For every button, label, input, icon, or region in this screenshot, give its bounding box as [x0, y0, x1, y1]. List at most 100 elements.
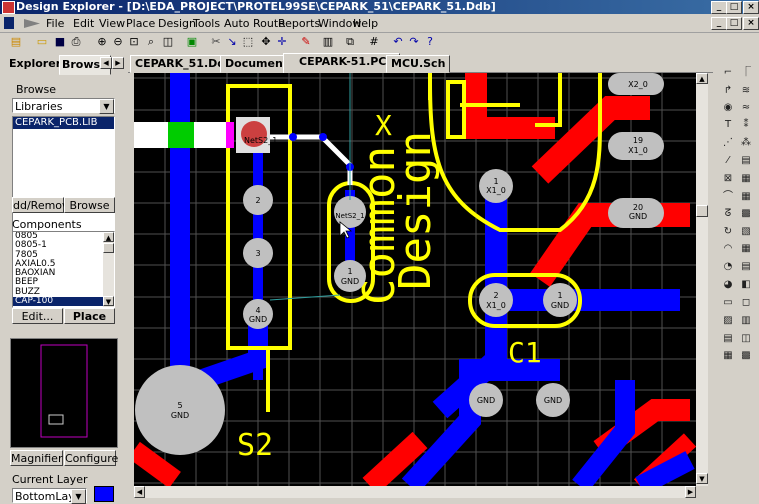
components-scrollbar[interactable]: ▲ ▼ [103, 232, 114, 307]
place-via-icon[interactable]: ≈ [739, 101, 753, 115]
place-split-plane-icon[interactable]: ▩ [739, 207, 753, 221]
place-circle-icon[interactable]: ◠ [721, 242, 735, 256]
place-solid-region-icon[interactable]: ◧ [739, 278, 753, 292]
place-coordinate-icon[interactable]: ⁑ [739, 118, 753, 132]
edit-button[interactable]: Edit... [12, 308, 63, 324]
open-icon[interactable]: ▭ [34, 34, 50, 50]
chevron-down-icon[interactable]: ▼ [71, 489, 86, 504]
menu-reports[interactable]: Reports [278, 17, 320, 30]
menu-tools[interactable]: Tools [193, 17, 220, 30]
list-item-selected[interactable]: CAP-100 [13, 296, 114, 307]
deselect-icon[interactable]: ✥ [258, 34, 274, 50]
cut-icon[interactable]: ✂ [208, 34, 224, 50]
grid-icon[interactable]: # [366, 34, 382, 50]
board-icon[interactable]: ▣ [184, 34, 200, 50]
place-room-2-icon[interactable]: ▥ [739, 314, 753, 328]
scroll-down-icon[interactable]: ▼ [103, 296, 114, 306]
close-button[interactable]: × [743, 1, 759, 14]
minimize-button[interactable]: _ [711, 1, 727, 14]
canvas-horizontal-scrollbar[interactable]: ◀ ▶ [134, 486, 696, 498]
place-room-icon[interactable]: ⁄ [721, 154, 735, 168]
zoom-in-icon[interactable]: ⊕ [94, 34, 110, 50]
menu-place[interactable]: Place [126, 17, 155, 30]
place-cutout-icon[interactable]: ◻ [739, 296, 753, 310]
components-list[interactable]: 0805 0805-1 7805 AXIAL0.5 BAOXIAN BEEP B… [12, 231, 115, 308]
library-icon[interactable]: ▥ [320, 34, 336, 50]
chevron-down-icon[interactable]: ▼ [99, 99, 114, 114]
vertical-scroll-thumb[interactable] [696, 205, 708, 217]
redo-icon[interactable]: ↷ [406, 34, 422, 50]
tab-cepark-pcb[interactable]: CEPARK-51.PCB [283, 53, 400, 74]
scroll-up-icon[interactable]: ▲ [696, 73, 708, 84]
library-item[interactable]: CEPARK_PCB.LIB [13, 117, 114, 129]
scroll-left-icon[interactable]: ◀ [134, 486, 145, 498]
select-icon[interactable]: ⬚ [240, 34, 256, 50]
place-full-circle-icon[interactable]: ◔ [721, 260, 735, 274]
paste-icon[interactable]: ↘ [224, 34, 240, 50]
add-remove-button[interactable]: dd/Remove [12, 197, 75, 213]
tab-explorer[interactable]: Explorer [9, 55, 61, 73]
place-region-2-icon[interactable]: ▩ [739, 349, 753, 363]
place-keepout-2-icon[interactable]: ▨ [721, 314, 735, 328]
place-dimension-icon[interactable]: ⋰ [721, 136, 735, 150]
place-polygon-icon[interactable]: ▦ [739, 190, 753, 204]
align-icon[interactable]: ▦ [739, 242, 753, 256]
multi-route-icon[interactable]: ≋ [739, 84, 753, 98]
place-arc-center-icon[interactable]: ᘔ [721, 207, 735, 221]
maximize-button[interactable]: □ [726, 1, 742, 14]
print-icon[interactable]: ⎙ [68, 34, 84, 50]
pen-icon[interactable]: ✎ [298, 34, 314, 50]
scroll-up-icon[interactable]: ▲ [103, 232, 114, 242]
doc-close-button[interactable]: × [743, 17, 759, 30]
save-icon[interactable]: ■ [52, 34, 68, 50]
menu-edit[interactable]: Edit [73, 17, 94, 30]
component-icon[interactable]: ⧉ [342, 34, 358, 50]
place-arc-any-icon[interactable]: ↻ [721, 225, 735, 239]
move-icon[interactable]: ✛ [274, 34, 290, 50]
place-polygon-2-icon[interactable]: ▦ [721, 349, 735, 363]
scroll-down-icon[interactable]: ▼ [696, 473, 708, 484]
doc-minimize-button[interactable]: _ [711, 17, 727, 30]
place-comp-2-icon[interactable]: ▤ [721, 332, 735, 346]
place-fill-2-icon[interactable]: ◫ [739, 332, 753, 346]
tab-scroll-left-icon[interactable]: ◀ [100, 57, 112, 69]
place-component-icon[interactable]: ▤ [739, 154, 753, 168]
place-origin-icon[interactable]: ⁂ [739, 136, 753, 150]
place-pad-icon[interactable]: ◉ [721, 101, 735, 115]
mini-viewer[interactable] [10, 338, 118, 448]
place-string-icon[interactable]: T [721, 118, 735, 132]
menu-file[interactable]: File [46, 17, 64, 30]
scroll-right-icon[interactable]: ▶ [685, 486, 696, 498]
menu-view[interactable]: View [99, 17, 125, 30]
place-arc-edge-icon[interactable]: ⌒ [721, 190, 735, 204]
menu-design[interactable]: Design [158, 17, 196, 30]
document-icon[interactable] [4, 17, 14, 29]
explorer-arrow-icon[interactable] [24, 19, 40, 28]
place-fill-icon[interactable]: ▦ [739, 172, 753, 186]
place-rect-fill-icon[interactable]: ◕ [721, 278, 735, 292]
zoom-fit-icon[interactable]: ⌕ [143, 34, 159, 50]
doc-restore-button[interactable]: □ [726, 17, 742, 30]
distribute-icon[interactable]: ▤ [739, 260, 753, 274]
slice-track-icon[interactable]: ▧ [739, 225, 753, 239]
configure-button[interactable]: Configure [64, 450, 118, 466]
place-track-icon[interactable]: ⎾ [739, 66, 753, 80]
scroll-thumb[interactable] [103, 243, 114, 253]
zoom-out-icon[interactable]: ⊖ [110, 34, 126, 50]
design-manager-icon[interactable]: ▤ [8, 34, 24, 50]
pcb-canvas[interactable]: Common Design X C1 S2 NetS2_1 2 3 4 GND … [134, 73, 696, 486]
place-region-icon[interactable]: ▭ [721, 296, 735, 310]
place-line-icon[interactable]: ⌐ [721, 66, 735, 80]
magnifier-button[interactable]: Magnifier [10, 450, 63, 466]
canvas-vertical-scrollbar[interactable]: ▲ ▼ [696, 73, 708, 486]
browse-select[interactable]: Libraries ▼ [12, 98, 115, 114]
undo-icon[interactable]: ↶ [390, 34, 406, 50]
interactive-route-icon[interactable]: ↱ [721, 84, 735, 98]
place-keepout-icon[interactable]: ⊠ [721, 172, 735, 186]
browse-button[interactable]: Browse [64, 197, 115, 213]
current-layer-select[interactable]: BottomLayer ▼ [12, 488, 87, 504]
place-button[interactable]: Place [64, 308, 115, 324]
menu-help[interactable]: Help [353, 17, 378, 30]
help-icon[interactable]: ? [422, 34, 438, 50]
tab-mcu-sch[interactable]: MCU.Sch [386, 55, 451, 73]
